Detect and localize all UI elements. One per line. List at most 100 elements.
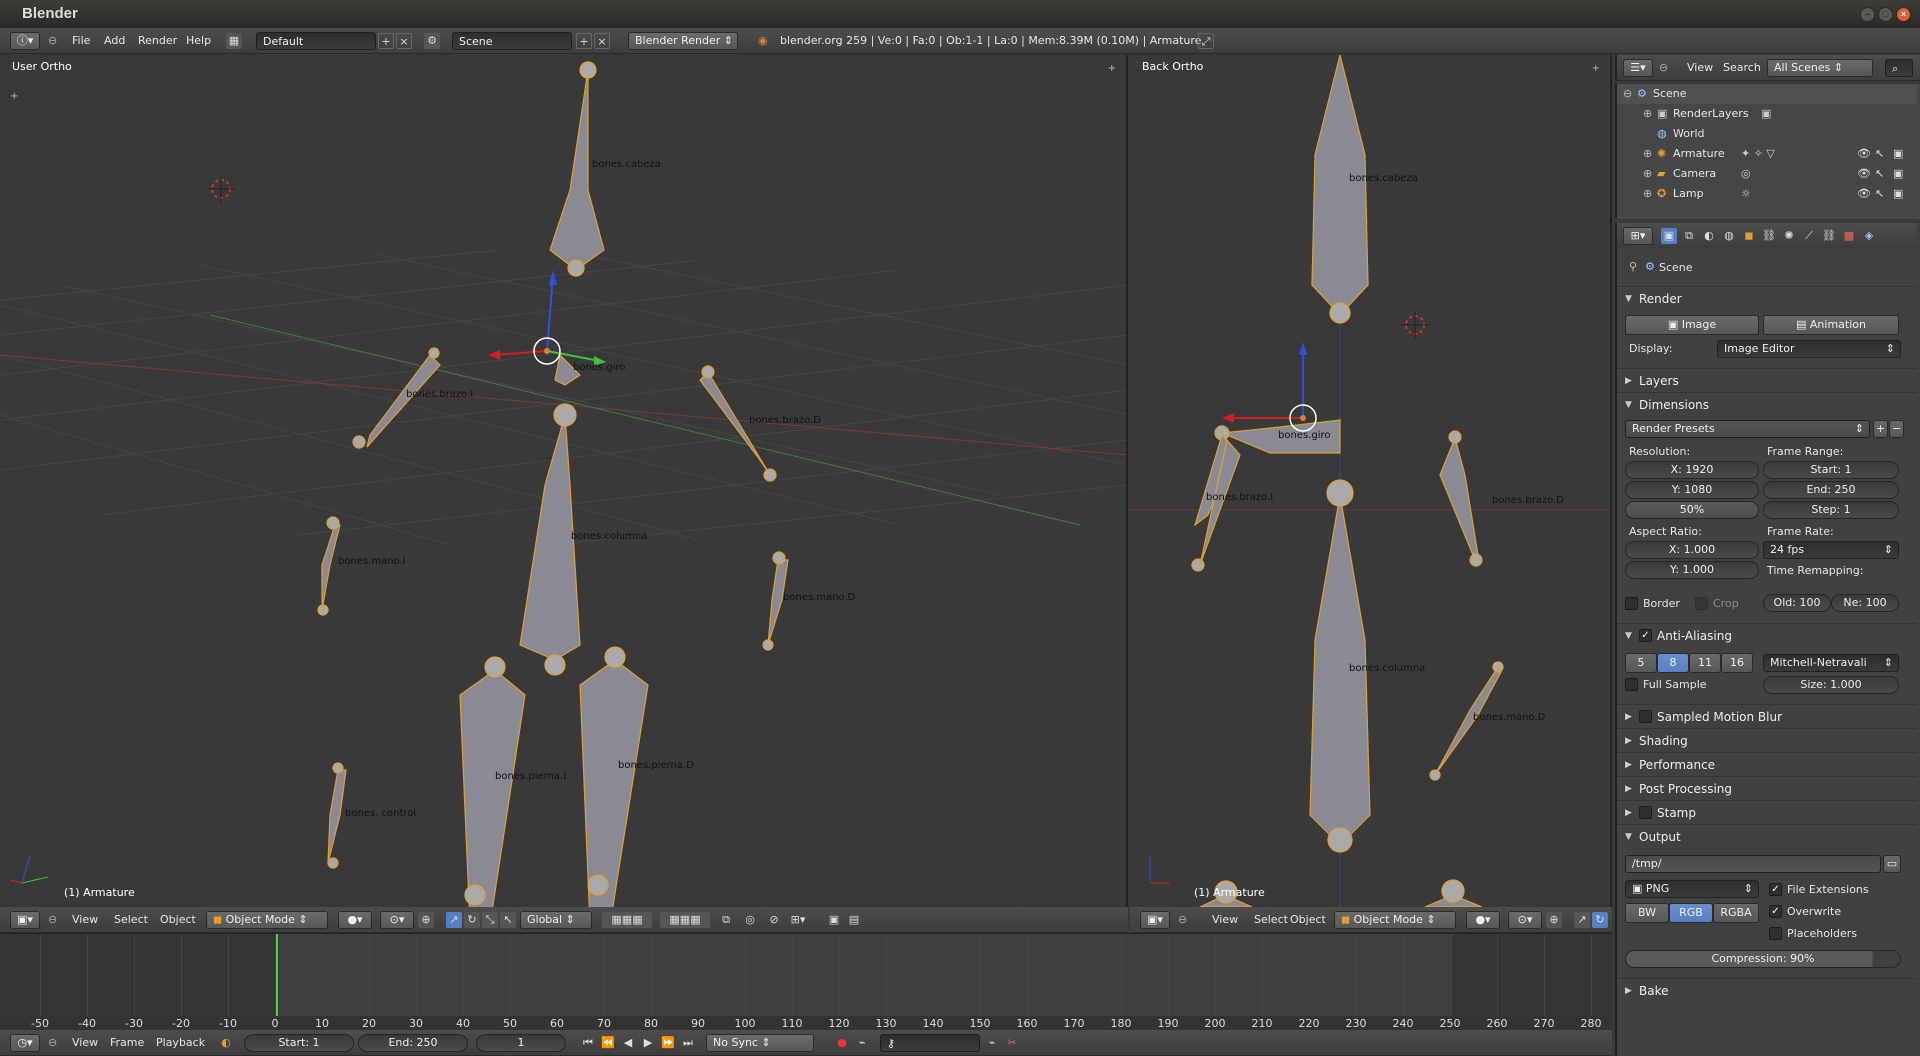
- render-tab-icon[interactable]: ▣: [1661, 228, 1677, 244]
- compression-slider[interactable]: Compression: 90%: [1625, 950, 1901, 968]
- display-mode-select[interactable]: All Scenes ⇕: [1767, 59, 1873, 77]
- menu-frame[interactable]: Frame: [110, 1030, 144, 1056]
- search-icon[interactable]: ⌕: [1885, 59, 1913, 77]
- sync-mode-select[interactable]: No Sync ⇕: [706, 1034, 814, 1052]
- editor-type-icon[interactable]: ⓘ▾: [10, 32, 40, 50]
- panel-stamp[interactable]: ▶ Stamp: [1617, 800, 1917, 824]
- visibility-eye-icon[interactable]: 👁: [1857, 144, 1871, 164]
- scene-field[interactable]: Scene: [452, 32, 572, 50]
- scene-tab-icon[interactable]: ◐: [1701, 228, 1717, 244]
- menu-view[interactable]: View: [1212, 907, 1238, 933]
- expand-icon[interactable]: ⊖: [1623, 84, 1632, 104]
- end-frame-field[interactable]: End: 250: [358, 1034, 468, 1052]
- crop-checkbox[interactable]: [1695, 597, 1708, 610]
- snap-toggle-icon[interactable]: ⊘: [766, 912, 782, 928]
- 3d-cursor-icon[interactable]: [1401, 311, 1429, 339]
- menu-playback[interactable]: Playback: [156, 1030, 205, 1056]
- viewport-left[interactable]: User Ortho + + bones.cabeza bones.giro b…: [0, 55, 1128, 907]
- delete-keyframe-icon[interactable]: ✂: [1004, 1035, 1020, 1051]
- timeline[interactable]: -50 -40 -30 -20 -10 0 10 20 30 40 50 60 70 80 90 100 110…: [0, 933, 1612, 1031]
- manipulator-toggle-icon[interactable]: ⊕: [1546, 912, 1562, 928]
- scale-manipulator-icon[interactable]: ⤡: [482, 912, 498, 928]
- panel-output[interactable]: ▼ Output: [1617, 824, 1917, 848]
- panel-post-processing[interactable]: ▶ Post Processing: [1617, 776, 1917, 800]
- lock-layers-icon[interactable]: ⧉: [718, 912, 734, 928]
- preview-range-icon[interactable]: ◐: [218, 1035, 234, 1051]
- aa-samples-11[interactable]: 11: [1689, 653, 1721, 673]
- frame-end-field[interactable]: End: 250: [1763, 481, 1899, 499]
- add-preset-button[interactable]: +: [1873, 420, 1888, 438]
- frame-start-field[interactable]: Start: 1: [1763, 461, 1899, 479]
- panel-render[interactable]: ▼ Render: [1617, 286, 1917, 310]
- panel-dimensions[interactable]: ▼ Dimensions: [1617, 392, 1917, 416]
- keying-icon[interactable]: ⌁: [854, 1035, 870, 1051]
- expand-icon[interactable]: ⊕: [1643, 164, 1652, 184]
- close-window-button[interactable]: ×: [1896, 7, 1911, 22]
- expand-icon[interactable]: ⊕: [1643, 184, 1652, 204]
- outliner-item-lamp[interactable]: ⊕ ✪ Lamp ☼ 👁 ↖ ▣: [1617, 184, 1917, 204]
- menu-help[interactable]: Help: [186, 28, 211, 54]
- menu-add[interactable]: Add: [104, 28, 125, 54]
- jump-keyframe-back-icon[interactable]: ⏪: [600, 1035, 616, 1051]
- aspect-y-field[interactable]: Y: 1.000: [1625, 561, 1759, 579]
- menu-file[interactable]: File: [72, 28, 90, 54]
- render-engine-select[interactable]: Blender Render ⇕: [628, 32, 738, 50]
- add-scene-icon[interactable]: +: [576, 33, 592, 49]
- color-mode-rgba[interactable]: RGBA: [1713, 903, 1759, 923]
- resolution-x-field[interactable]: X: 1920: [1625, 461, 1759, 479]
- mode-select[interactable]: ◼ Object Mode ⇕: [206, 911, 328, 929]
- time-remap-old-field[interactable]: Old: 100: [1763, 594, 1831, 612]
- fullscreen-icon[interactable]: ⤢: [1198, 33, 1214, 49]
- folder-browse-icon[interactable]: ▭: [1883, 855, 1901, 873]
- outliner-item-world[interactable]: ◍ World: [1617, 124, 1917, 144]
- layers-grid-b[interactable]: ▦▦▦: [660, 912, 710, 928]
- panel-sampled-motion-blur[interactable]: ▶ Sampled Motion Blur: [1617, 704, 1917, 728]
- collapse-menu-icon[interactable]: ⊖: [48, 1030, 57, 1056]
- menu-render[interactable]: Render: [138, 28, 177, 54]
- pivot-point-select[interactable]: ⊙▾: [1508, 911, 1542, 929]
- snap-element-icon[interactable]: ⊞▾: [790, 912, 806, 928]
- 3d-cursor-icon[interactable]: [207, 175, 235, 203]
- render-presets-select[interactable]: Render Presets ⇕: [1625, 420, 1870, 438]
- minimize-button[interactable]: –: [1860, 7, 1875, 22]
- expand-icon[interactable]: ⊕: [1643, 144, 1652, 164]
- color-mode-rgb[interactable]: RGB: [1669, 903, 1713, 923]
- aspect-x-field[interactable]: X: 1.000: [1625, 541, 1759, 559]
- scene-icon[interactable]: ⚙: [424, 33, 440, 49]
- visibility-eye-icon[interactable]: 👁: [1857, 164, 1871, 184]
- select-cursor-icon[interactable]: ↖: [1875, 184, 1884, 204]
- maximize-button[interactable]: □: [1878, 7, 1893, 22]
- render-image-button[interactable]: ▣ Image: [1625, 315, 1759, 335]
- render-camera-icon[interactable]: ▣: [1893, 144, 1903, 164]
- translate-manipulator-icon[interactable]: ↗: [1574, 912, 1590, 928]
- layers-grid-a[interactable]: ▦▦▦: [602, 912, 652, 928]
- orientation-select[interactable]: Global ⇕: [520, 911, 592, 929]
- renderlayers-tab-icon[interactable]: ⧉: [1681, 228, 1697, 244]
- current-frame-field[interactable]: 1: [476, 1034, 566, 1052]
- viewport-right[interactable]: Back Ortho + bones.cabeza bones.giro bon…: [1130, 55, 1612, 907]
- remove-layout-icon[interactable]: ×: [396, 33, 412, 49]
- frame-rate-select[interactable]: 24 fps ⇕: [1763, 541, 1899, 559]
- object-tab-icon[interactable]: ◼: [1741, 228, 1757, 244]
- keying-set-field[interactable]: ⚷: [880, 1034, 980, 1052]
- editor-type-icon[interactable]: ⊞▾: [1623, 227, 1653, 245]
- time-remap-new-field[interactable]: Ne: 100: [1831, 594, 1899, 612]
- collapse-menu-icon[interactable]: ⊖: [1659, 55, 1668, 81]
- file-extensions-checkbox[interactable]: ✓: [1769, 883, 1782, 896]
- outliner-item-renderlayers[interactable]: ⊕ ▣ RenderLayers ▣: [1617, 104, 1917, 124]
- aa-size-field[interactable]: Size: 1.000: [1763, 676, 1899, 694]
- current-frame-indicator[interactable]: [276, 934, 278, 1016]
- outliner-item-scene[interactable]: ⊖ ⚙ Scene: [1617, 84, 1917, 104]
- select-cursor-icon[interactable]: ↖: [1875, 144, 1884, 164]
- render-camera-icon[interactable]: ▣: [1893, 164, 1903, 184]
- menu-select[interactable]: Select: [114, 907, 148, 933]
- panel-performance[interactable]: ▶ Performance: [1617, 752, 1917, 776]
- rotate-manipulator-icon[interactable]: ↻: [1592, 912, 1608, 928]
- add-layout-icon[interactable]: +: [378, 33, 394, 49]
- menu-view[interactable]: View: [72, 907, 98, 933]
- resolution-percentage-slider[interactable]: 50%: [1625, 501, 1759, 519]
- outliner-item-camera[interactable]: ⊕ ▰ Camera ◎ 👁 ↖ ▣: [1617, 164, 1917, 184]
- render-animation-button[interactable]: ▤ Animation: [1763, 315, 1899, 335]
- physics-tab-icon[interactable]: ◈: [1861, 228, 1877, 244]
- proportional-edit-icon[interactable]: ◎: [742, 912, 758, 928]
